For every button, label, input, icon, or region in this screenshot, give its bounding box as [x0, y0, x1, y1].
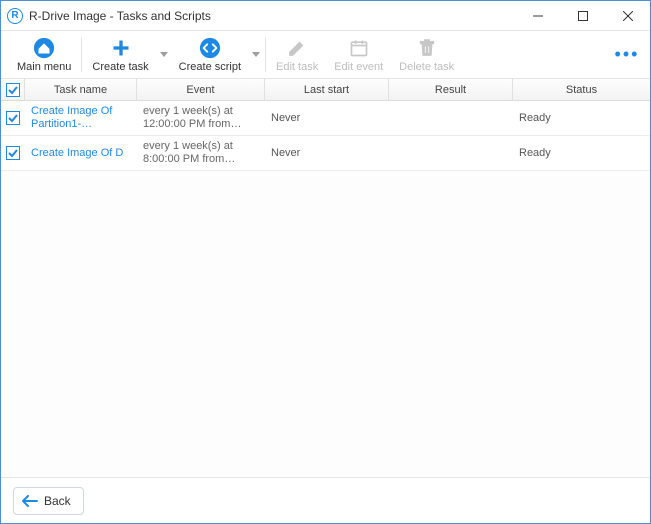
last-start-text: Never — [271, 147, 300, 159]
plus-icon — [111, 37, 131, 59]
pencil-icon — [287, 37, 307, 59]
edit-event-button: Edit event — [326, 31, 391, 78]
create-task-dropdown[interactable] — [157, 31, 171, 78]
main-menu-button[interactable]: Main menu — [9, 31, 79, 78]
status-text: Ready — [519, 112, 551, 124]
header-event[interactable]: Event — [137, 79, 265, 100]
more-icon: ••• — [615, 44, 640, 65]
create-task-label: Create task — [92, 61, 148, 73]
row-check-cell[interactable] — [1, 136, 25, 170]
header-checkbox[interactable] — [6, 83, 20, 97]
toolbar: Main menu Create task Create script Edi — [1, 31, 650, 79]
close-button[interactable] — [605, 1, 650, 31]
back-button[interactable]: Back — [13, 487, 84, 515]
footer: Back — [1, 477, 650, 523]
delete-task-label: Delete task — [399, 61, 454, 73]
event-text: every 1 week(s) at 8:00:00 PM from 9/28/… — [143, 140, 259, 166]
create-script-label: Create script — [179, 61, 241, 73]
home-icon — [33, 37, 55, 59]
toolbar-spacer — [462, 31, 612, 78]
task-name-link[interactable]: Create Image Of D — [31, 147, 123, 160]
header-check-cell[interactable] — [1, 79, 25, 100]
grid-header: Task name Event Last start Result Status — [1, 79, 650, 101]
last-start-text: Never — [271, 112, 300, 124]
calendar-icon — [349, 37, 369, 59]
header-result[interactable]: Result — [389, 79, 513, 100]
app-icon: R — [7, 8, 23, 24]
delete-task-button: Delete task — [391, 31, 462, 78]
grid-body: Create Image Of Partition1-1,C,Partiti..… — [1, 101, 650, 477]
window-title: R-Drive Image - Tasks and Scripts — [29, 9, 515, 23]
code-icon — [199, 37, 221, 59]
event-text: every 1 week(s) at 12:00:00 PM from 9/30… — [143, 105, 259, 131]
row-check-cell[interactable] — [1, 101, 25, 135]
header-task-name[interactable]: Task name — [25, 79, 137, 100]
create-script-dropdown[interactable] — [249, 31, 263, 78]
create-task-group: Create task — [84, 31, 170, 78]
row-checkbox[interactable] — [6, 111, 20, 125]
status-text: Ready — [519, 147, 551, 159]
back-label: Back — [44, 494, 71, 508]
edit-event-label: Edit event — [334, 61, 383, 73]
separator — [265, 37, 266, 72]
arrow-left-icon — [22, 495, 38, 507]
edit-task-button: Edit task — [268, 31, 326, 78]
edit-task-label: Edit task — [276, 61, 318, 73]
table-row[interactable]: Create Image Of D every 1 week(s) at 8:0… — [1, 136, 650, 171]
more-button[interactable]: ••• — [612, 31, 642, 78]
header-status[interactable]: Status — [513, 79, 650, 100]
create-script-group: Create script — [171, 31, 263, 78]
create-task-button[interactable]: Create task — [84, 31, 156, 78]
main-menu-label: Main menu — [17, 61, 71, 73]
task-grid: Task name Event Last start Result Status… — [1, 79, 650, 477]
row-checkbox[interactable] — [6, 146, 20, 160]
maximize-button[interactable] — [560, 1, 605, 31]
titlebar: R R-Drive Image - Tasks and Scripts — [1, 1, 650, 31]
create-script-button[interactable]: Create script — [171, 31, 249, 78]
minimize-button[interactable] — [515, 1, 560, 31]
separator — [81, 37, 82, 72]
trash-icon — [417, 37, 437, 59]
header-last-start[interactable]: Last start — [265, 79, 389, 100]
table-row[interactable]: Create Image Of Partition1-1,C,Partiti..… — [1, 101, 650, 136]
task-name-link[interactable]: Create Image Of Partition1-1,C,Partiti..… — [31, 105, 131, 131]
